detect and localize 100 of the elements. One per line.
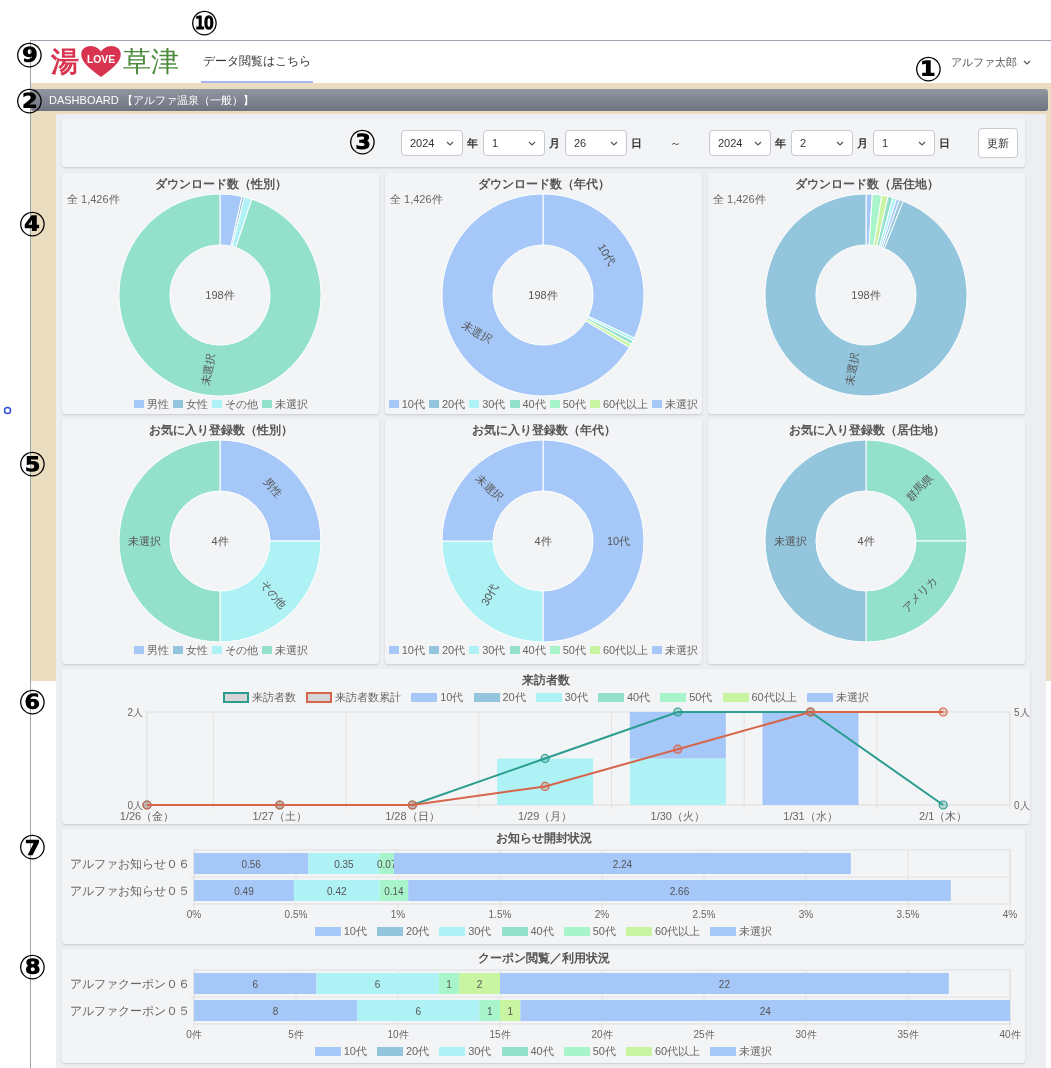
- axis-label: 15件: [489, 1029, 511, 1040]
- legend-label: 50代: [689, 690, 713, 706]
- chart-title: ダウンロード数（居住地）: [793, 176, 940, 193]
- legend-label: 女性: [185, 642, 208, 658]
- axis-label: 10件: [387, 1029, 409, 1040]
- legend-label: 男性: [146, 396, 169, 412]
- chevron-icon: [528, 140, 536, 146]
- callout-number: ⑦: [18, 830, 47, 864]
- axis-label: 5件: [288, 1029, 304, 1040]
- legend-label: 30代: [564, 690, 588, 706]
- month-select[interactable]: 1: [483, 130, 545, 156]
- legend-label: 40代: [522, 396, 546, 412]
- axis-label: 40件: [999, 1029, 1021, 1040]
- axis-label: 1/26（金）: [119, 810, 175, 822]
- legend-label: 来訪者数累計: [335, 690, 402, 706]
- legend-label: 未選択: [274, 642, 308, 658]
- year-select[interactable]: 2024: [401, 130, 463, 156]
- point: [938, 707, 948, 717]
- axis-label: 3%: [798, 909, 814, 920]
- axis-label: 1/27（土）: [252, 810, 307, 822]
- chevron-icon: [754, 140, 762, 146]
- legend-label: 20代: [502, 690, 526, 706]
- legend-label: 20代: [406, 1044, 430, 1060]
- legend-label: 未選択: [835, 690, 869, 706]
- chart-title: お気に入り登録数（年代）: [470, 422, 617, 439]
- axis-label: アルファお知らせ０５: [70, 883, 190, 898]
- update-button[interactable]: 更新: [978, 128, 1018, 158]
- data-label: 24: [759, 1005, 771, 1017]
- slice-label: 男性: [261, 475, 286, 500]
- unit-label: 年: [775, 135, 786, 151]
- axis-label: 1/28（日）: [385, 810, 440, 822]
- axis-label: 0人: [127, 800, 143, 811]
- data-label: 1: [446, 978, 452, 990]
- axis-label: 1/29（月）: [517, 810, 573, 822]
- nav-tab[interactable]: データ閲覧はこちら: [201, 41, 313, 83]
- point: [673, 707, 683, 717]
- legend-label: 50代: [562, 642, 586, 658]
- unit-label: 年: [467, 135, 478, 151]
- axis-label: 35件: [897, 1029, 919, 1040]
- total-count: 全 1,426件: [67, 192, 120, 207]
- legend-label: 未選択: [665, 396, 699, 412]
- slice-label: アメリカ: [899, 574, 940, 615]
- data-label: 6: [415, 1005, 422, 1017]
- unit-label: 日: [631, 135, 642, 151]
- point: [540, 753, 550, 764]
- legend-label: 50代: [592, 924, 616, 940]
- chevron-icon: [446, 140, 454, 146]
- legend-label: 未選択: [274, 396, 308, 412]
- axis-label: 1/30（火）: [650, 810, 705, 822]
- slice-label: 未選択: [199, 352, 217, 387]
- chevron-icon: [836, 140, 844, 146]
- data-label: 1: [487, 1005, 493, 1017]
- day-select[interactable]: 1: [873, 130, 935, 156]
- legend-label: 60代以上: [603, 396, 649, 412]
- callout-number: ④: [18, 207, 47, 241]
- chevron-icon: [1023, 59, 1031, 65]
- data-label: 0.49: [234, 885, 254, 897]
- legend-label: 40代: [522, 642, 546, 658]
- data-label: 0.14: [384, 885, 404, 897]
- legend-label: 30代: [468, 924, 492, 940]
- point: [673, 744, 683, 754]
- slice-label: 10代: [606, 535, 631, 547]
- day-select[interactable]: 26: [565, 130, 627, 156]
- axis-label: 2%: [594, 909, 610, 920]
- data-label: 2.24: [612, 858, 633, 870]
- year-select[interactable]: 2024: [709, 130, 771, 156]
- ring-icon: [3, 406, 12, 415]
- axis-label: アルファお知らせ０６: [70, 856, 190, 871]
- axis-label: 3.5%: [896, 909, 920, 920]
- user-name[interactable]: アルファ太郎: [951, 53, 1017, 71]
- total-count: 全 1,426件: [713, 192, 766, 207]
- center-count: 4件: [211, 535, 229, 547]
- legend-label: 10代: [440, 690, 464, 706]
- unit-label: 月: [549, 135, 560, 151]
- month-select[interactable]: 2: [791, 130, 853, 156]
- legend-label: 50代: [592, 1044, 616, 1060]
- callout-number: ⑨: [15, 38, 44, 72]
- axis-label: 0%: [186, 909, 202, 920]
- axis-label: 20件: [591, 1029, 613, 1040]
- axis-label: 2人: [127, 707, 143, 718]
- slice-label: 30代: [478, 581, 501, 608]
- axis-label: 1%: [390, 909, 406, 920]
- slice-label: 10代: [595, 241, 618, 268]
- axis-label: 2/1（木）: [919, 810, 968, 822]
- data-label: 6: [374, 978, 381, 990]
- slice-label: 未選択: [128, 535, 161, 547]
- legend-label: 10代: [343, 924, 367, 940]
- axis-label: 0人: [1014, 800, 1030, 811]
- chart-title: ダウンロード数（年代）: [476, 176, 611, 193]
- axis-label: 4%: [1002, 909, 1018, 920]
- legend-label: 10代: [343, 1044, 367, 1060]
- axis-label: 25件: [693, 1029, 715, 1040]
- center-count: 4件: [534, 535, 552, 547]
- slice-label: 未選択: [473, 471, 506, 504]
- point: [938, 800, 948, 810]
- legend-label: 40代: [530, 924, 554, 940]
- chevron-icon: [918, 140, 926, 146]
- legend-label: 男性: [146, 642, 169, 658]
- range-separator: ～: [670, 135, 681, 151]
- axis-label: アルファクーポン０６: [70, 976, 190, 991]
